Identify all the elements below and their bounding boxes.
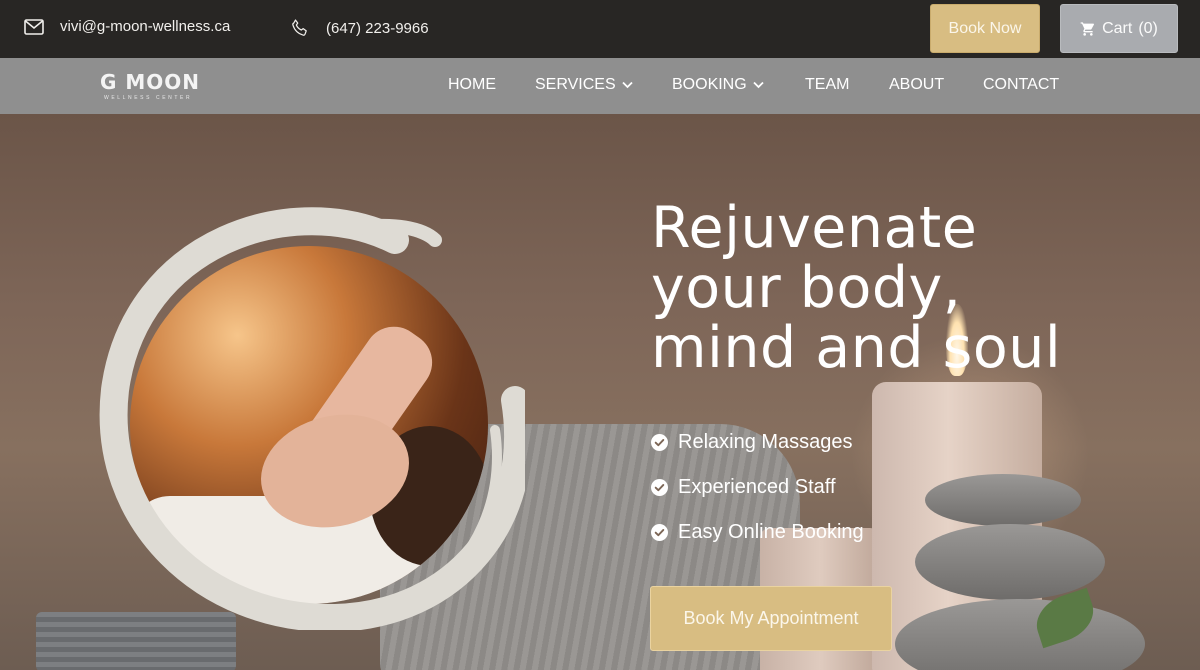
nav-item-label: SERVICES [535,76,616,93]
check-circle-icon [651,434,668,451]
cart-count: (0) [1138,19,1158,37]
nav-item-label: CONTACT [983,76,1060,93]
email-contact[interactable]: vivi@g-moon-wellness.ca [24,18,230,35]
nav-item-label: TEAM [805,76,850,93]
logo-subtext: WELLNESS CENTER [104,95,193,101]
logo-text: G MOON [100,70,201,94]
check-circle-icon [651,479,668,496]
book-now-button[interactable]: Book Now [930,4,1040,53]
mail-icon [24,18,44,35]
cart-icon [1080,21,1095,36]
nav-item-label: HOME [448,76,496,93]
hero-headline: Rejuvenate your body, mind and soul [651,198,1171,378]
nav-item-contact[interactable]: CONTACT [983,76,1059,94]
phone-number: (647) 223-9966 [326,19,429,37]
nav-item-services[interactable]: SERVICES [535,76,633,94]
nav-item-home[interactable]: HOME [448,76,496,94]
nav-item-label: ABOUT [889,76,945,93]
nav-item-team[interactable]: TEAM [805,76,849,94]
list-item: Experienced Staff [651,465,864,510]
feature-list: Relaxing Massages Experienced Staff Easy… [651,420,864,555]
phone-icon [292,19,307,36]
chevron-down-icon [621,81,633,89]
list-item: Easy Online Booking [651,510,864,555]
spa-stone [925,474,1081,526]
nav-item-booking[interactable]: BOOKING [672,76,764,94]
cart-label: Cart [1102,19,1133,37]
feature-label: Easy Online Booking [678,521,864,543]
headline-line: your body, [651,255,962,321]
chevron-down-icon [753,81,764,89]
feature-label: Relaxing Massages [678,431,853,453]
hero-section: Rejuvenate your body, mind and soul Rela… [0,114,1200,670]
top-contact-bar: vivi@g-moon-wellness.ca (647) 223-9966 B… [0,0,1200,58]
cart-button[interactable]: Cart (0) [1060,4,1178,53]
email-address: vivi@g-moon-wellness.ca [60,18,231,35]
phone-contact[interactable]: (647) 223-9966 [290,18,429,38]
book-appointment-button[interactable]: Book My Appointment [650,586,892,651]
site-logo[interactable]: G MOON WELLNESS CENTER [100,70,210,102]
nav-item-about[interactable]: ABOUT [889,76,944,94]
check-circle-icon [651,524,668,541]
feature-label: Experienced Staff [678,476,836,498]
nav-item-label: BOOKING [672,76,747,93]
headline-line: Rejuvenate [651,195,978,261]
spa-stone [915,524,1105,600]
headline-line: mind and soul [651,315,1062,381]
main-navigation: G MOON WELLNESS CENTER HOME SERVICES BOO… [0,58,1200,114]
brush-circle-frame [99,207,525,630]
list-item: Relaxing Massages [651,420,864,465]
